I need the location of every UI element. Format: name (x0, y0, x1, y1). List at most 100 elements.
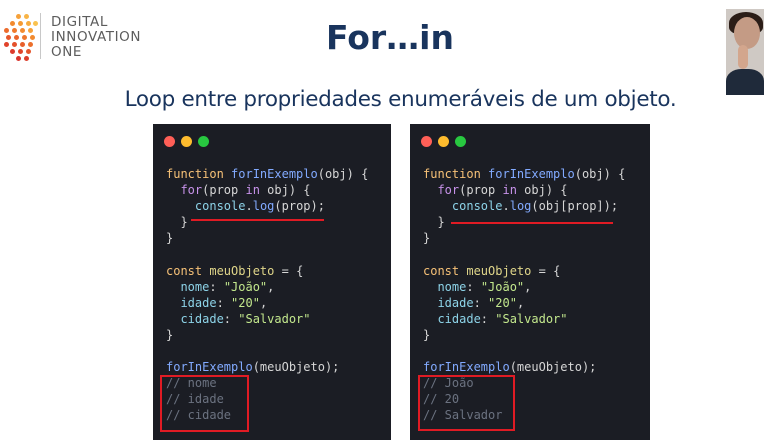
code-token: (prop (202, 183, 246, 198)
code-token: : (480, 311, 496, 326)
slide-title: For…in (326, 18, 454, 57)
logo-dot (24, 14, 29, 19)
code-token: "Salvador" (495, 311, 568, 326)
code-token: } (423, 215, 445, 230)
logo-dot (12, 28, 17, 33)
code-token: nome (423, 279, 467, 294)
code-token: : (209, 279, 224, 294)
code-line: } (166, 327, 368, 343)
close-dot-icon (421, 136, 432, 147)
logo-dot (24, 56, 29, 61)
code-token: "20" (231, 295, 260, 310)
code-token: } (166, 215, 188, 230)
code-line: } (423, 230, 625, 246)
code-line: for(prop in obj) { (423, 182, 625, 198)
code-token: } (166, 231, 174, 246)
code-line: forInExemplo(meuObjeto); (423, 359, 625, 375)
code-token: function (166, 167, 232, 181)
code-token: in (245, 183, 260, 198)
code-token: cidade (423, 311, 481, 326)
code-line: cidade: "Salvador" (423, 311, 625, 327)
logo-dot (12, 42, 17, 47)
logo-dot (28, 28, 33, 33)
code-token: meuObjeto (466, 263, 532, 278)
code-token: log (509, 199, 532, 214)
code-token: meuObjeto (209, 263, 275, 278)
code-line: const meuObjeto = { (423, 263, 625, 279)
code-line: function forInExemplo(obj) { (423, 166, 625, 182)
code-token: forInExemplo (231, 167, 318, 181)
close-dot-icon (164, 136, 175, 147)
code-token: "20" (488, 295, 517, 310)
code-token: (obj) { (317, 167, 369, 181)
code-token: for (166, 183, 203, 198)
code-token: for (423, 183, 460, 198)
logo-dot (26, 49, 31, 54)
logo-dot (33, 21, 38, 26)
code-line: } (166, 214, 368, 230)
maximize-dot-icon (455, 136, 466, 147)
code-token: } (166, 327, 174, 342)
code-token: , (516, 295, 525, 310)
code-token: , (259, 295, 268, 310)
code-token: nome (166, 279, 210, 294)
code-line: for(prop in obj) { (166, 182, 368, 198)
slide-subtitle: Loop entre propriedades enumeráveis de u… (124, 87, 677, 112)
code-token: = { (531, 263, 561, 278)
logo-dot (20, 42, 25, 47)
code-token: obj) { (259, 183, 311, 198)
logo-wordmark: DIGITAL INNOVATION ONE (51, 15, 141, 60)
code-token: (obj[prop]); (531, 199, 619, 214)
logo-dot (18, 49, 23, 54)
code-token: : (466, 279, 481, 294)
logo-dot (18, 21, 23, 26)
highlight-underline-console-log-prop (191, 219, 324, 221)
presenter-face (734, 17, 760, 49)
logo-dot (4, 28, 9, 33)
code-token: in (502, 183, 517, 198)
code-token: "Salvador" (238, 311, 311, 326)
code-token: = { (274, 263, 304, 278)
logo-dot (16, 56, 21, 61)
logo-dot (30, 35, 35, 40)
code-token: (prop (459, 183, 503, 198)
highlight-underline-console-log-obj-prop (451, 222, 613, 224)
code-line: nome: "João", (166, 279, 368, 295)
code-token: cidade (166, 311, 224, 326)
logo-dots-icon (2, 12, 38, 61)
code-line: } (166, 230, 368, 246)
logo-dot (16, 14, 21, 19)
logo-line-1: DIGITAL (51, 14, 108, 30)
code-token: idade (423, 295, 474, 310)
minimize-dot-icon (181, 136, 192, 147)
logo-dot (20, 28, 25, 33)
code-token: . (502, 199, 510, 214)
code-line: const meuObjeto = { (166, 263, 368, 279)
code-token: const (166, 263, 210, 278)
code-token: const (423, 263, 467, 278)
highlight-box-output-values (418, 375, 515, 431)
logo-dot (14, 35, 19, 40)
code-token: function (423, 167, 489, 181)
logo-dot (10, 21, 15, 26)
code-token: : (473, 295, 489, 310)
highlight-box-output-keys (160, 375, 249, 432)
logo-dot (28, 42, 33, 47)
code-line: function forInExemplo(obj) { (166, 166, 368, 182)
code-token: forInExemplo (166, 360, 253, 375)
code-token: (meuObjeto); (252, 360, 340, 375)
code-line: } (423, 327, 625, 343)
code-token: (prop); (274, 199, 325, 214)
code-token: log (252, 199, 275, 214)
presenter-hand (738, 45, 748, 69)
code-line: nome: "João", (423, 279, 625, 295)
logo-divider (40, 13, 41, 59)
code-token: (obj) { (574, 167, 626, 181)
logo-dot (10, 49, 15, 54)
code-token: forInExemplo (488, 167, 575, 181)
code-line: console.log(obj[prop]); (423, 198, 625, 214)
presenter-webcam (726, 9, 764, 95)
